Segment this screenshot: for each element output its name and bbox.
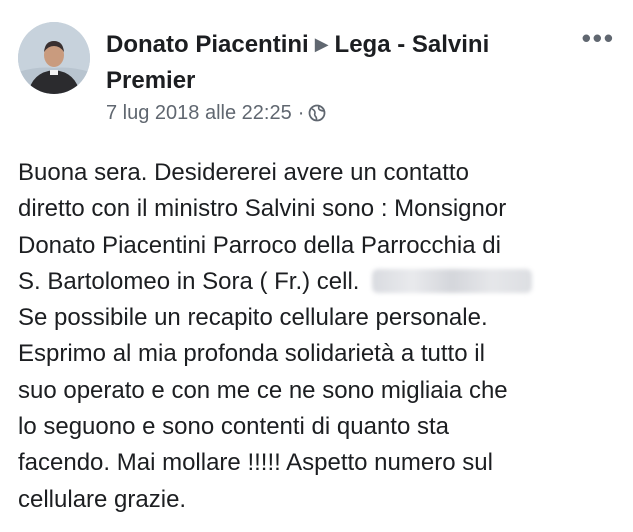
post-body-line: Se possibile un recapito cellulare perso… bbox=[18, 304, 488, 332]
post-body-line: facendo. Mai mollare !!!!! Aspetto numer… bbox=[18, 449, 493, 477]
post-header: Donato Piacentini ▶ Lega - Salvini Premier bbox=[106, 26, 576, 99]
avatar[interactable] bbox=[18, 22, 90, 94]
post-body-line-with-redaction: S. Bartolomeo in Sora ( Fr.) cell. bbox=[18, 264, 623, 300]
post-body-line: Buona sera. Desidererei avere un contatt… bbox=[18, 159, 469, 186]
post-body-line: cellulare grazie. bbox=[18, 485, 187, 513]
redacted-phone-number bbox=[372, 268, 533, 293]
facebook-post: Donato Piacentini ▶ Lega - Salvini Premier… bbox=[0, 0, 633, 532]
arrow-icon: ▶ bbox=[314, 34, 329, 54]
post-body-line: Donato Piacentini Parroco della Parrocch… bbox=[18, 231, 501, 259]
post-body-line-text: S. Bartolomeo in Sora ( Fr.) cell. bbox=[18, 267, 367, 295]
post-body-line: diretto con il ministro Salvini sono : M… bbox=[18, 195, 507, 223]
more-options-icon[interactable]: ••• bbox=[582, 25, 615, 51]
post-body-line: suo operato e con me ce ne sono migliaia… bbox=[18, 376, 508, 404]
post-body-line: lo seguono e sono contenti di quanto sta bbox=[18, 413, 449, 441]
timestamp-link[interactable]: 7 lug 2018 alle 22:25 bbox=[106, 102, 292, 124]
post-meta: 7 lug 2018 alle 22:25 · bbox=[106, 100, 326, 129]
globe-icon[interactable] bbox=[308, 103, 326, 129]
post-body: Buona sera. Desidererei avere un contatt… bbox=[18, 155, 623, 518]
meta-separator: · bbox=[297, 102, 305, 124]
profile-photo-icon bbox=[18, 22, 90, 94]
author-name-link[interactable]: Donato Piacentini bbox=[106, 31, 309, 58]
post-body-line: Esprimo al mia profonda solidarietà a tu… bbox=[18, 340, 485, 368]
